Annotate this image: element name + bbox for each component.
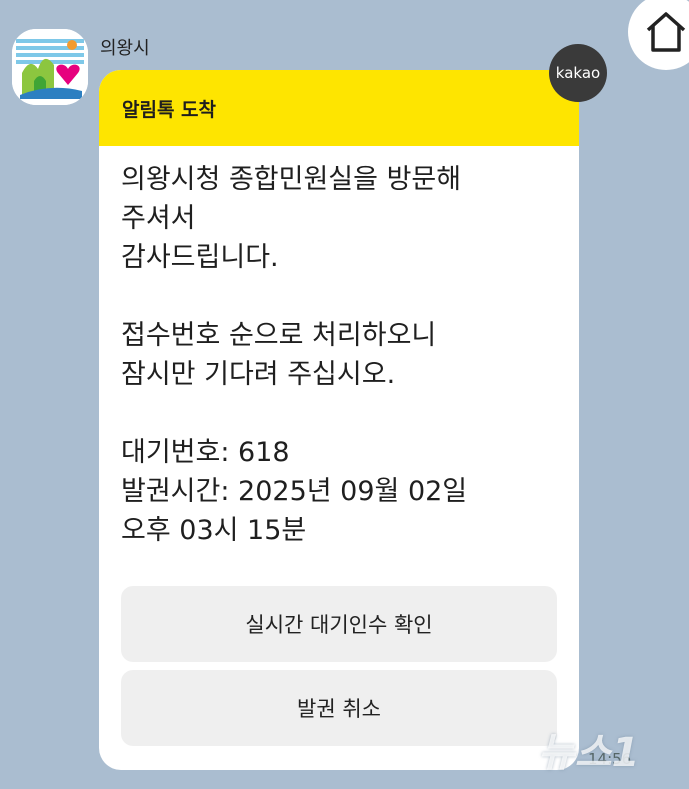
message-body: 의왕시청 종합민원실을 방문해 주셔서 감사드립니다. 접수번호 순으로 처리하… — [99, 146, 579, 550]
message-line: 주셔서 — [121, 203, 196, 234]
news-watermark: 뉴스1 — [538, 730, 640, 776]
kakao-badge: kakao — [549, 44, 607, 102]
message-paragraph-thanks: 의왕시청 종합민원실을 방문해 주셔서 감사드립니다. — [121, 160, 559, 277]
issue-time-continued: 오후 03시 15분 — [121, 515, 307, 546]
city-logo-icon — [12, 29, 88, 105]
waiting-number: 대기번호: 618 — [121, 437, 290, 468]
message-paragraph-ticket: 대기번호: 618 발권시간: 2025년 09월 02일 오후 03시 15분 — [121, 433, 559, 550]
home-icon — [646, 12, 686, 52]
sender-name: 의왕시 — [100, 38, 150, 59]
message-line: 잠시만 기다려 주십시오. — [121, 359, 396, 390]
check-realtime-queue-button[interactable]: 실시간 대기인수 확인 — [121, 586, 557, 662]
message-header: 알림톡 도착 — [99, 70, 579, 146]
sender-avatar-icon[interactable] — [12, 29, 88, 105]
message-header-title: 알림톡 도착 — [122, 98, 217, 121]
message-paragraph-notice: 접수번호 순으로 처리하오니 잠시만 기다려 주십시오. — [121, 316, 559, 394]
message-line: 감사드립니다. — [121, 242, 279, 273]
cancel-ticket-button[interactable]: 발권 취소 — [121, 670, 557, 746]
message-card: 알림톡 도착 의왕시청 종합민원실을 방문해 주셔서 감사드립니다. 접수번호 … — [99, 70, 579, 770]
issue-time: 발권시간: 2025년 09월 02일 — [121, 476, 468, 507]
message-line: 접수번호 순으로 처리하오니 — [121, 320, 437, 351]
home-button[interactable] — [628, 0, 689, 70]
message-line: 의왕시청 종합민원실을 방문해 — [121, 164, 462, 195]
